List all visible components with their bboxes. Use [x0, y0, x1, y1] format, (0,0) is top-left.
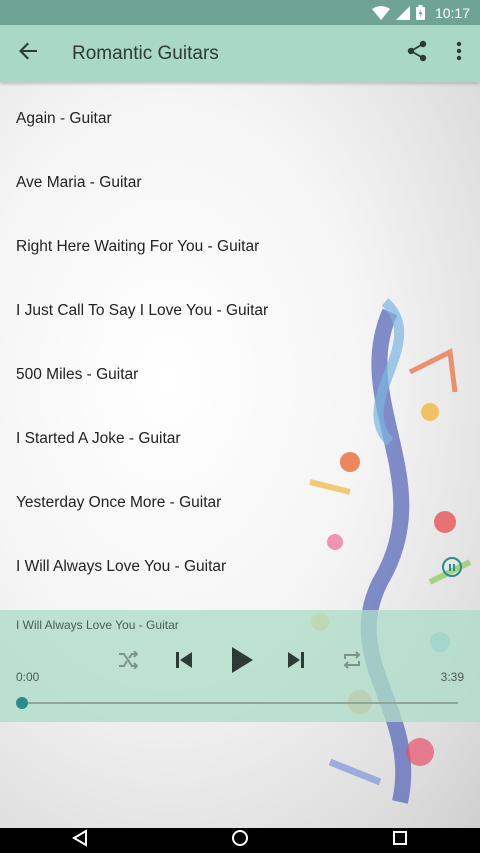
play-icon [230, 646, 254, 679]
arrow-back-icon [18, 41, 38, 66]
status-bar: 10:17 [0, 0, 480, 25]
share-icon [407, 40, 427, 67]
nav-back-button[interactable] [40, 828, 120, 853]
media-player: I Will Always Love You - Guitar 0:00 3:3… [0, 610, 480, 722]
song-item-500-miles[interactable]: 500 Miles - Guitar [0, 343, 480, 407]
previous-button[interactable] [166, 642, 202, 682]
song-title: Yesterday Once More - Guitar [16, 494, 222, 511]
system-nav-bar [0, 828, 480, 853]
battery-icon [415, 5, 425, 20]
song-title: I Will Always Love You - Guitar [16, 558, 227, 575]
now-playing-icon [442, 557, 462, 577]
song-title: Ave Maria - Guitar [16, 174, 142, 191]
status-time: 10:17 [434, 4, 470, 21]
wifi-icon [371, 5, 390, 20]
shuffle-icon [118, 649, 139, 674]
song-title: I Started A Joke - Guitar [16, 430, 181, 447]
more-vert-icon [456, 41, 462, 66]
player-controls [0, 642, 480, 682]
current-time: 0:00 [16, 670, 40, 684]
home-circle-icon [231, 829, 249, 852]
repeat-icon [342, 650, 362, 674]
song-item-yesterday-once-more[interactable]: Yesterday Once More - Guitar [0, 471, 480, 535]
page-title: Romantic Guitars [72, 42, 219, 64]
nav-home-button[interactable] [200, 828, 280, 853]
song-title: Right Here Waiting For You - Guitar [16, 238, 260, 255]
back-triangle-icon [72, 829, 88, 852]
cell-signal-icon [395, 5, 410, 20]
now-playing-title: I Will Always Love You - Guitar [16, 618, 179, 632]
song-title: 500 Miles - Guitar [16, 366, 139, 383]
recents-square-icon [392, 830, 408, 851]
repeat-button[interactable] [334, 642, 370, 682]
song-title: Again - Guitar [16, 110, 112, 127]
song-item-i-just-call[interactable]: I Just Call To Say I Love You - Guitar [0, 279, 480, 343]
song-list: Again - Guitar Ave Maria - Guitar Right … [0, 82, 480, 599]
next-button[interactable] [278, 642, 314, 682]
song-item-i-will-always-love-you[interactable]: I Will Always Love You - Guitar [0, 535, 480, 599]
song-item-right-here-waiting[interactable]: Right Here Waiting For You - Guitar [0, 215, 480, 279]
song-item-again[interactable]: Again - Guitar [0, 87, 480, 151]
song-item-ave-maria[interactable]: Ave Maria - Guitar [0, 151, 480, 215]
skip-next-icon [286, 650, 306, 675]
play-button[interactable] [222, 642, 262, 682]
song-item-i-started-a-joke[interactable]: I Started A Joke - Guitar [0, 407, 480, 471]
more-options-button[interactable] [438, 25, 480, 82]
share-button[interactable] [396, 25, 438, 82]
skip-previous-icon [174, 650, 194, 675]
shuffle-button[interactable] [110, 642, 146, 682]
song-title: I Just Call To Say I Love You - Guitar [16, 302, 269, 319]
seek-thumb[interactable] [16, 697, 28, 709]
total-time: 3:39 [440, 670, 464, 684]
app-bar: Romantic Guitars [0, 25, 480, 82]
nav-recents-button[interactable] [360, 828, 440, 853]
seek-bar[interactable] [16, 697, 458, 709]
back-button[interactable] [0, 25, 56, 82]
